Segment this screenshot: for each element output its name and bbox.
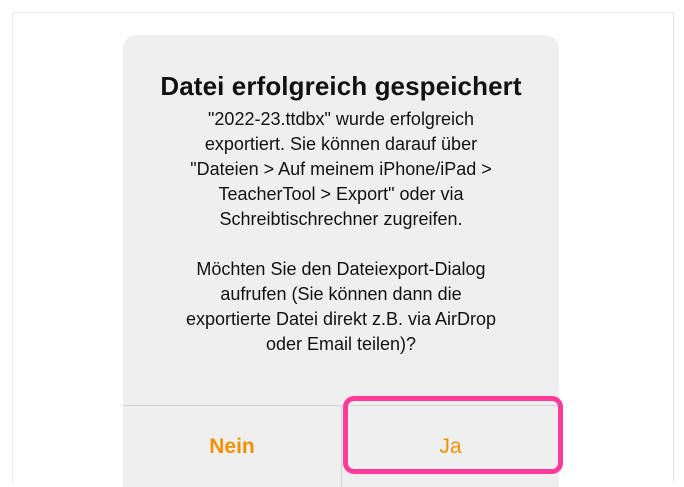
alert-message-export-info: "2022-23.ttdbx" wurde erfolgreich export… — [190, 109, 492, 229]
alert-dialog: Datei erfolgreich gespeichert "2022-23.t… — [123, 35, 559, 487]
alert-message: "2022-23.ttdbx" wurde erfolgreich export… — [133, 107, 549, 357]
alert-title: Datei erfolgreich gespeichert — [160, 71, 522, 101]
no-button[interactable]: Nein — [123, 406, 341, 487]
alert-message-question: Möchten Sie den Dateiexport-Dialog aufru… — [185, 259, 497, 354]
yes-button[interactable]: Ja — [342, 406, 559, 487]
